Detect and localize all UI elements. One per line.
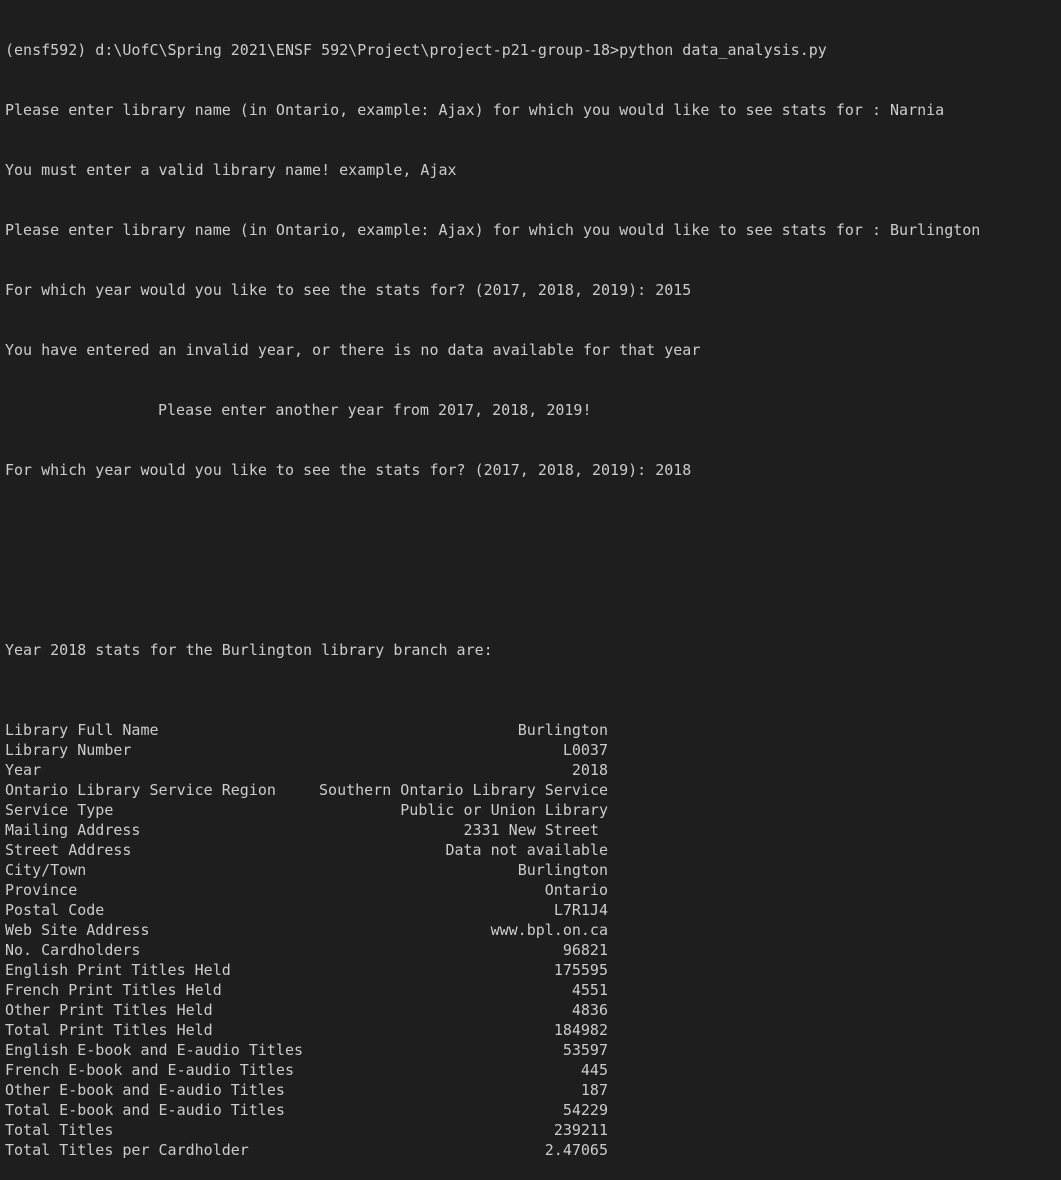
stat-value: 2331 New Street xyxy=(463,821,608,839)
stat-row: Mailing Address 2331 New Street xyxy=(5,820,1061,840)
stat-key: Total Titles xyxy=(5,1121,114,1139)
stat-key: Total Print Titles Held xyxy=(5,1021,213,1039)
stat-key: Mailing Address xyxy=(5,821,141,839)
stat-value: 96821 xyxy=(562,941,608,959)
stat-value: Public or Union Library xyxy=(400,801,608,819)
stat-key: No. Cardholders xyxy=(5,941,141,959)
stat-value: 53597 xyxy=(562,1041,608,1059)
stat-row: Province Ontario xyxy=(5,880,1061,900)
stat-value: www.bpl.on.ca xyxy=(490,921,608,939)
stat-value: Burlington xyxy=(517,721,608,739)
stat-key: Postal Code xyxy=(5,901,105,919)
stat-key: Total Titles per Cardholder xyxy=(5,1141,249,1159)
stat-row: Ontario Library Service Region Southern O… xyxy=(5,780,1061,800)
stat-key: Other E-book and E-audio Titles xyxy=(5,1081,285,1099)
stat-value: 54229 xyxy=(562,1101,608,1119)
terminal-output-line: You must enter a valid library name! exa… xyxy=(5,161,457,179)
terminal-window[interactable]: (ensf592) d:\UofC\Spring 2021\ENSF 592\P… xyxy=(0,0,1061,1159)
stat-key: Total E-book and E-audio Titles xyxy=(5,1101,285,1119)
stat-row: Other E-book and E-audio Titles 187 xyxy=(5,1080,1061,1100)
stat-key: Library Full Name xyxy=(5,721,159,739)
stat-value: Data not available xyxy=(445,841,608,859)
stat-value: 4836 xyxy=(571,1001,608,1019)
stat-value: L0037 xyxy=(562,741,608,759)
stat-value: 2018 xyxy=(571,761,608,779)
stat-key: English Print Titles Held xyxy=(5,961,231,979)
stat-row: Web Site Address www.bpl.on.ca xyxy=(5,920,1061,940)
terminal-output-line: For which year would you like to see the… xyxy=(5,461,692,479)
stats-table: Library Full Name Burlington Library Numbe… xyxy=(5,720,1061,1160)
stat-row: Other Print Titles Held 4836 xyxy=(5,1000,1061,1020)
stat-row: French E-book and E-audio Titles 445 xyxy=(5,1060,1061,1080)
terminal-command-line: (ensf592) d:\UofC\Spring 2021\ENSF 592\P… xyxy=(5,41,827,59)
stat-key: Service Type xyxy=(5,801,114,819)
stat-row: Total Titles 239211 xyxy=(5,1120,1061,1140)
stat-value: 239211 xyxy=(553,1121,608,1139)
terminal-output-line: Please enter library name (in Ontario, e… xyxy=(5,221,981,239)
stat-value: 187 xyxy=(580,1081,608,1099)
stat-row: Library Full Name Burlington xyxy=(5,720,1061,740)
stat-value: 445 xyxy=(580,1061,608,1079)
stat-row: English E-book and E-audio Titles 53597 xyxy=(5,1040,1061,1060)
stat-row: No. Cardholders 96821 xyxy=(5,940,1061,960)
stat-row: English Print Titles Held 175595 xyxy=(5,960,1061,980)
stat-key: Web Site Address xyxy=(5,921,150,939)
stat-row: Library Number L0037 xyxy=(5,740,1061,760)
stat-key: Street Address xyxy=(5,841,132,859)
stat-value: Ontario xyxy=(544,881,608,899)
stats-header: Year 2018 stats for the Burlington libra… xyxy=(5,641,493,659)
stat-row: Total Print Titles Held 184982 xyxy=(5,1020,1061,1040)
stat-key: Province xyxy=(5,881,78,899)
stat-row: Street Address Data not available xyxy=(5,840,1061,860)
stat-value: 184982 xyxy=(553,1021,608,1039)
stat-key: Ontario Library Service Region xyxy=(5,781,276,799)
stat-row: Total Titles per Cardholder 2.47065 xyxy=(5,1140,1061,1160)
stat-value: Burlington xyxy=(517,861,608,879)
stat-row: Service Type Public or Union Library xyxy=(5,800,1061,820)
stat-row: Postal Code L7R1J4 xyxy=(5,900,1061,920)
stat-key: Other Print Titles Held xyxy=(5,1001,213,1019)
stat-value: 2.47065 xyxy=(544,1141,608,1159)
terminal-output-line: For which year would you like to see the… xyxy=(5,281,692,299)
terminal-output-line: Please enter another year from 2017, 201… xyxy=(158,401,592,419)
stat-key: Library Number xyxy=(5,741,132,759)
stat-key: French E-book and E-audio Titles xyxy=(5,1061,294,1079)
stat-value: Southern Ontario Library Service xyxy=(319,781,608,799)
stat-row: Total E-book and E-audio Titles 54229 xyxy=(5,1100,1061,1120)
stat-row: French Print Titles Held 4551 xyxy=(5,980,1061,1000)
stat-key: French Print Titles Held xyxy=(5,981,222,999)
stat-value: 175595 xyxy=(553,961,608,979)
stat-value: 4551 xyxy=(571,981,608,999)
stat-key: City/Town xyxy=(5,861,87,879)
stat-row: City/Town Burlington xyxy=(5,860,1061,880)
stat-value: L7R1J4 xyxy=(553,901,608,919)
stat-row: Year 2018 xyxy=(5,760,1061,780)
stat-key: English E-book and E-audio Titles xyxy=(5,1041,304,1059)
terminal-output-line: You have entered an invalid year, or the… xyxy=(5,341,701,359)
terminal-output-line: Please enter library name (in Ontario, e… xyxy=(5,101,945,119)
stat-key: Year xyxy=(5,761,42,779)
